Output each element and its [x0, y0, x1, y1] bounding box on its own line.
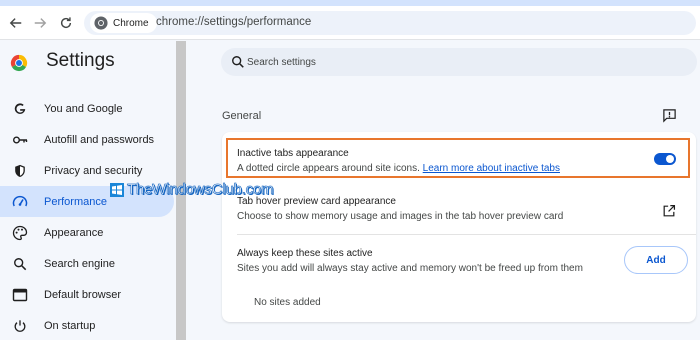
url-text: chrome://settings/performance: [156, 16, 312, 28]
key-icon: [12, 132, 28, 148]
feedback-icon: [662, 108, 676, 123]
chip-label: Chrome: [113, 17, 149, 29]
sidebar-item-appearance[interactable]: Appearance: [0, 217, 174, 248]
sidebar-item-label: Autofill and passwords: [44, 133, 155, 146]
inactive-tabs-toggle[interactable]: [654, 153, 676, 165]
sidebar-item-label: On startup: [44, 319, 96, 332]
address-bar[interactable]: Chrome chrome://settings/performance: [84, 11, 696, 35]
row-title: Inactive tabs appearance: [237, 148, 349, 159]
feedback-button[interactable]: [660, 106, 678, 124]
sidebar-item-default-browser[interactable]: Default browser: [0, 279, 174, 310]
chrome-logo-icon: [94, 16, 108, 30]
row-description: Choose to show memory usage and images i…: [237, 211, 564, 222]
gauge-icon: [12, 194, 28, 210]
palette-icon: [12, 225, 28, 241]
page-title: Settings: [46, 50, 115, 71]
row-description: A dotted circle appears around site icon…: [237, 163, 560, 174]
browser-window-icon: [12, 287, 28, 303]
chrome-logo-icon: [10, 54, 28, 72]
tab-hover-preview-row[interactable]: Tab hover preview card appearance Choose…: [222, 186, 696, 232]
forward-button[interactable]: [30, 13, 50, 33]
sidebar-item-label: Search engine: [44, 257, 115, 270]
search-input[interactable]: [247, 48, 677, 76]
reload-icon: [60, 17, 72, 29]
sidebar-item-label: You and Google: [44, 102, 123, 115]
row-divider: [237, 234, 696, 235]
watermark-text: TheWindowsClub.com: [127, 181, 274, 199]
forward-arrow-icon: [34, 18, 47, 28]
settings-brand: Settings: [10, 50, 115, 72]
row-description: Sites you add will always stay active an…: [237, 263, 583, 274]
back-button[interactable]: [6, 13, 26, 33]
google-g-icon: [12, 101, 28, 117]
search-icon: [12, 256, 28, 272]
sidebar-item-you-and-google[interactable]: You and Google: [0, 93, 174, 124]
sidebar-item-label: Privacy and security: [44, 164, 143, 177]
learn-more-link[interactable]: Learn more about inactive tabs: [423, 163, 560, 174]
browser-toolbar: Chrome chrome://settings/performance: [0, 6, 700, 40]
sidebar-item-label: Performance: [44, 195, 107, 208]
sidebar-item-label: Default browser: [44, 288, 122, 301]
sidebar-item-autofill[interactable]: Autofill and passwords: [0, 124, 174, 155]
back-arrow-icon: [9, 18, 22, 28]
sidebar-menu: You and Google Autofill and passwords Pr…: [0, 93, 174, 340]
inactive-tabs-row: Inactive tabs appearance A dotted circle…: [222, 132, 696, 182]
sidebar-item-label: Appearance: [44, 226, 104, 239]
reload-button[interactable]: [56, 13, 76, 33]
windows-club-logo-icon: [110, 182, 124, 197]
row-title: Always keep these sites active: [237, 248, 373, 259]
watermark: TheWindowsClub.com: [110, 181, 274, 199]
sidebar-item-on-startup[interactable]: On startup: [0, 310, 174, 340]
open-external-button[interactable]: [660, 202, 678, 220]
toggle-knob: [666, 155, 674, 163]
settings-search[interactable]: [221, 48, 697, 76]
site-info-chip[interactable]: Chrome: [90, 13, 157, 33]
section-title: General: [222, 110, 262, 122]
empty-sites-text: No sites added: [254, 297, 321, 308]
search-icon: [232, 56, 244, 68]
power-icon: [12, 318, 28, 334]
row-description-text: A dotted circle appears around site icon…: [237, 163, 420, 174]
add-site-button[interactable]: Add: [624, 246, 688, 274]
external-link-icon: [663, 204, 676, 217]
shield-icon: [12, 163, 28, 179]
general-settings-card: Inactive tabs appearance A dotted circle…: [222, 132, 696, 322]
sidebar-item-search-engine[interactable]: Search engine: [0, 248, 174, 279]
